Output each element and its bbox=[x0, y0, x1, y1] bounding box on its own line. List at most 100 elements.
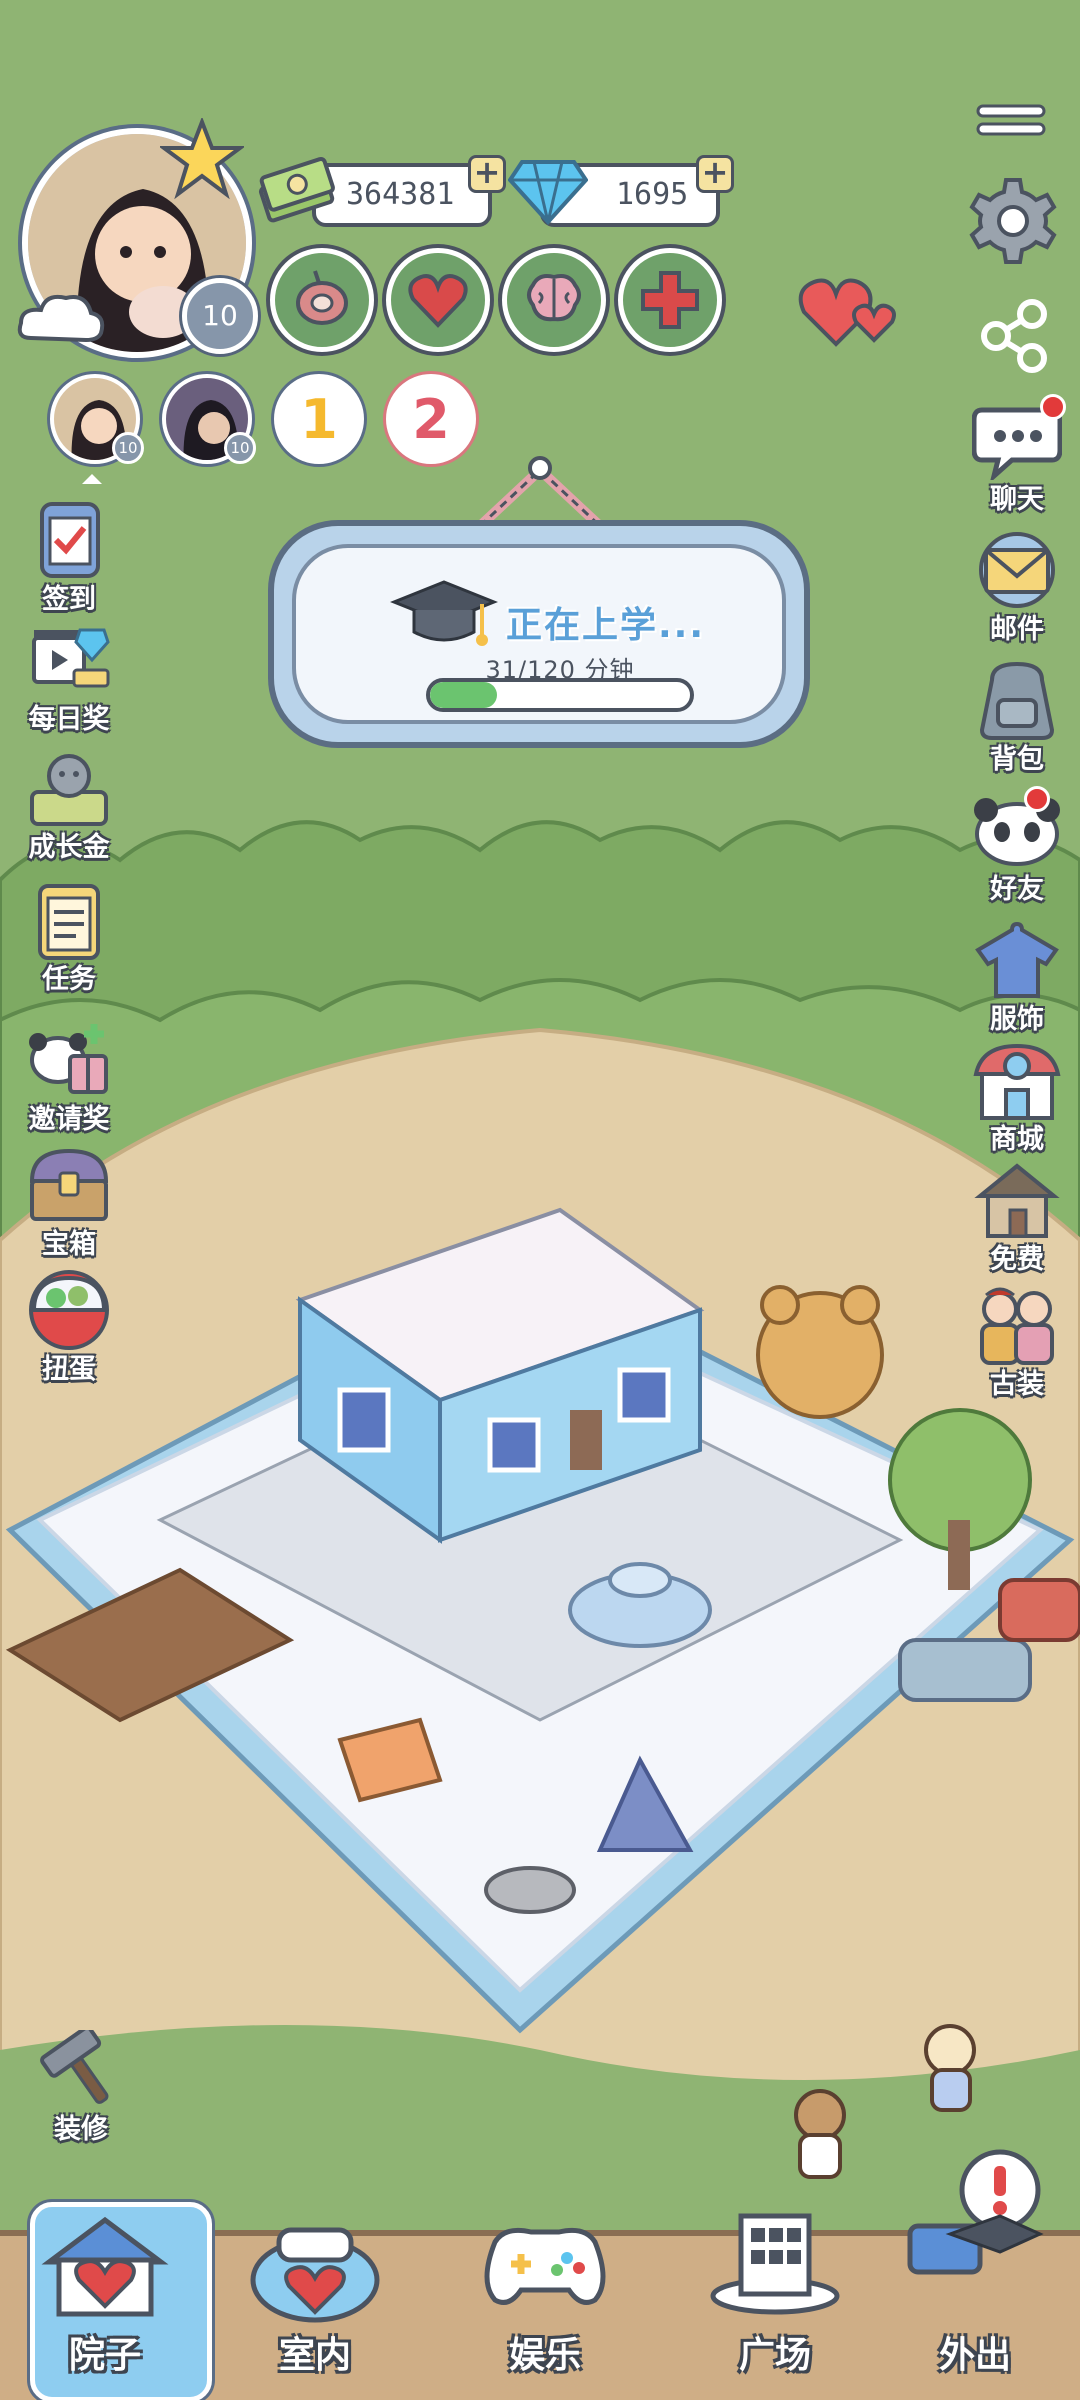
stat-food[interactable] bbox=[270, 248, 374, 352]
menu-treasure-chest[interactable]: 宝箱 bbox=[14, 1145, 124, 1260]
yard-icon bbox=[41, 2216, 169, 2317]
menu-backpack[interactable]: 背包 bbox=[962, 660, 1072, 775]
chat-notification-badge bbox=[1040, 394, 1066, 420]
nav-entertainment[interactable]: 娱乐 bbox=[450, 2227, 640, 2400]
school-progress-fill bbox=[430, 682, 498, 708]
heart-icon bbox=[408, 274, 468, 328]
gacha-icon bbox=[29, 1270, 109, 1350]
diamond-icon bbox=[508, 160, 588, 225]
school-status-panel[interactable]: 正在上学... 31/120 分钟 bbox=[268, 520, 810, 748]
daily-reward-icon bbox=[32, 628, 110, 688]
menu-chat-label: 聊天 bbox=[990, 484, 1044, 515]
menu-invite-reward[interactable]: 邀请奖 bbox=[14, 1020, 124, 1135]
rank-number: 1 bbox=[300, 388, 338, 451]
menu-gacha-label: 扭蛋 bbox=[42, 1354, 96, 1385]
menu-checkin[interactable]: 签到 bbox=[14, 500, 124, 615]
go-out-icon bbox=[907, 2149, 1044, 2275]
menu-chat[interactable]: 聊天 bbox=[962, 394, 1072, 515]
nav-yard-label: 院子 bbox=[68, 2335, 141, 2376]
add-cash-button[interactable]: + bbox=[468, 155, 506, 193]
share-icon[interactable] bbox=[976, 298, 1052, 374]
nav-plaza-label: 广场 bbox=[738, 2335, 811, 2376]
diamond-value: 1695 bbox=[616, 177, 689, 212]
menu-friends[interactable]: 好友 bbox=[962, 786, 1072, 905]
star-icon bbox=[160, 118, 244, 200]
menu-ancient-costume-label: 古装 bbox=[990, 1369, 1044, 1400]
hammer-icon bbox=[40, 2030, 109, 2104]
menu-task-label: 任务 bbox=[42, 964, 96, 995]
menu-free[interactable]: 免费 bbox=[962, 1160, 1072, 1275]
menu-daily-reward[interactable]: 每日奖 bbox=[14, 620, 124, 735]
school-progress-bar bbox=[426, 678, 694, 712]
school-status-inner: 正在上学... 31/120 分钟 bbox=[292, 544, 786, 724]
backpack-icon bbox=[979, 661, 1055, 740]
rank-number: 2 bbox=[412, 388, 450, 451]
player-level-badge: 10 bbox=[182, 278, 258, 354]
menu-backpack-label: 背包 bbox=[990, 744, 1044, 775]
bottom-navigation: 院子 室内 娱乐 广场 外出 bbox=[0, 2149, 1080, 2400]
menu-clothing-label: 服饰 bbox=[990, 1004, 1044, 1035]
health-cross-icon bbox=[641, 271, 699, 329]
nav-go-out[interactable]: 外出 bbox=[880, 2149, 1070, 2400]
clothing-icon bbox=[975, 921, 1059, 998]
brain-icon bbox=[527, 274, 581, 322]
treasure-chest-icon bbox=[29, 1148, 109, 1221]
menu-treasure-chest-label: 宝箱 bbox=[42, 1229, 96, 1260]
shop-icon bbox=[973, 1043, 1061, 1120]
menu-ancient-costume[interactable]: 古装 bbox=[962, 1285, 1072, 1400]
invite-reward-icon bbox=[29, 1024, 108, 1094]
growth-fund-icon bbox=[30, 754, 108, 826]
menu-mail[interactable]: 邮件 bbox=[962, 530, 1072, 645]
nav-indoor-label: 室内 bbox=[278, 2335, 351, 2376]
school-status-title: 正在上学... bbox=[506, 605, 706, 646]
decorate-button[interactable]: 装修 bbox=[26, 2030, 136, 2145]
menu-invite-reward-label: 邀请奖 bbox=[28, 1104, 110, 1135]
menu-free-label: 免费 bbox=[990, 1244, 1044, 1275]
cash-stack-icon bbox=[258, 156, 335, 223]
stat-intelligence[interactable] bbox=[502, 248, 606, 352]
yard-ground bbox=[0, 1027, 1080, 2300]
cash-value: 364381 bbox=[346, 177, 455, 212]
rank-2-badge[interactable]: 2 bbox=[386, 374, 476, 464]
meat-icon bbox=[296, 270, 348, 325]
decorate-label: 装修 bbox=[54, 2114, 108, 2145]
graduation-cap-icon bbox=[390, 580, 498, 646]
mail-icon bbox=[979, 532, 1055, 608]
rank-1-badge[interactable]: 1 bbox=[274, 374, 364, 464]
menu-friends-label: 好友 bbox=[990, 874, 1044, 905]
nav-yard[interactable]: 院子 bbox=[10, 2202, 212, 2400]
menu-shop[interactable]: 商城 bbox=[962, 1040, 1072, 1155]
stat-mood[interactable] bbox=[386, 248, 490, 352]
menu-growth-fund-label: 成长金 bbox=[28, 832, 110, 863]
ancient-costume-icon bbox=[980, 1287, 1054, 1365]
menu-shop-label: 商城 bbox=[990, 1124, 1044, 1155]
checkin-icon bbox=[40, 502, 100, 578]
menu-clothing[interactable]: 服饰 bbox=[962, 920, 1072, 1035]
floating-heart-icon bbox=[798, 278, 896, 347]
menu-checkin-label: 签到 bbox=[42, 584, 96, 615]
gamepad-icon bbox=[484, 2227, 606, 2305]
nav-entertainment-label: 娱乐 bbox=[508, 2335, 581, 2376]
menu-gacha[interactable]: 扭蛋 bbox=[14, 1270, 124, 1385]
menu-icon[interactable] bbox=[976, 104, 1046, 138]
cloud-icon bbox=[17, 294, 105, 343]
gear-icon[interactable] bbox=[968, 176, 1058, 266]
friends-notification-badge bbox=[1024, 786, 1050, 812]
friend-level-badge: 10 bbox=[112, 432, 144, 464]
menu-daily-reward-label: 每日奖 bbox=[28, 704, 110, 735]
indoor-icon bbox=[250, 2227, 380, 2323]
task-icon bbox=[38, 884, 100, 960]
selected-indicator bbox=[82, 474, 102, 484]
panel-hanger-icon bbox=[476, 456, 604, 528]
nav-go-out-label: 外出 bbox=[938, 2335, 1011, 2376]
friend-level-badge: 10 bbox=[224, 432, 256, 464]
nav-plaza[interactable]: 广场 bbox=[680, 2213, 870, 2400]
nav-indoor[interactable]: 室内 bbox=[220, 2227, 410, 2400]
menu-task[interactable]: 任务 bbox=[14, 880, 124, 995]
menu-growth-fund[interactable]: 成长金 bbox=[14, 748, 124, 863]
player-profile[interactable]: 10 bbox=[17, 118, 258, 358]
add-diamond-button[interactable]: + bbox=[696, 155, 734, 193]
plaza-icon bbox=[710, 2213, 840, 2315]
stat-health[interactable] bbox=[618, 248, 722, 352]
cash-counter: 364381 + bbox=[312, 155, 506, 227]
